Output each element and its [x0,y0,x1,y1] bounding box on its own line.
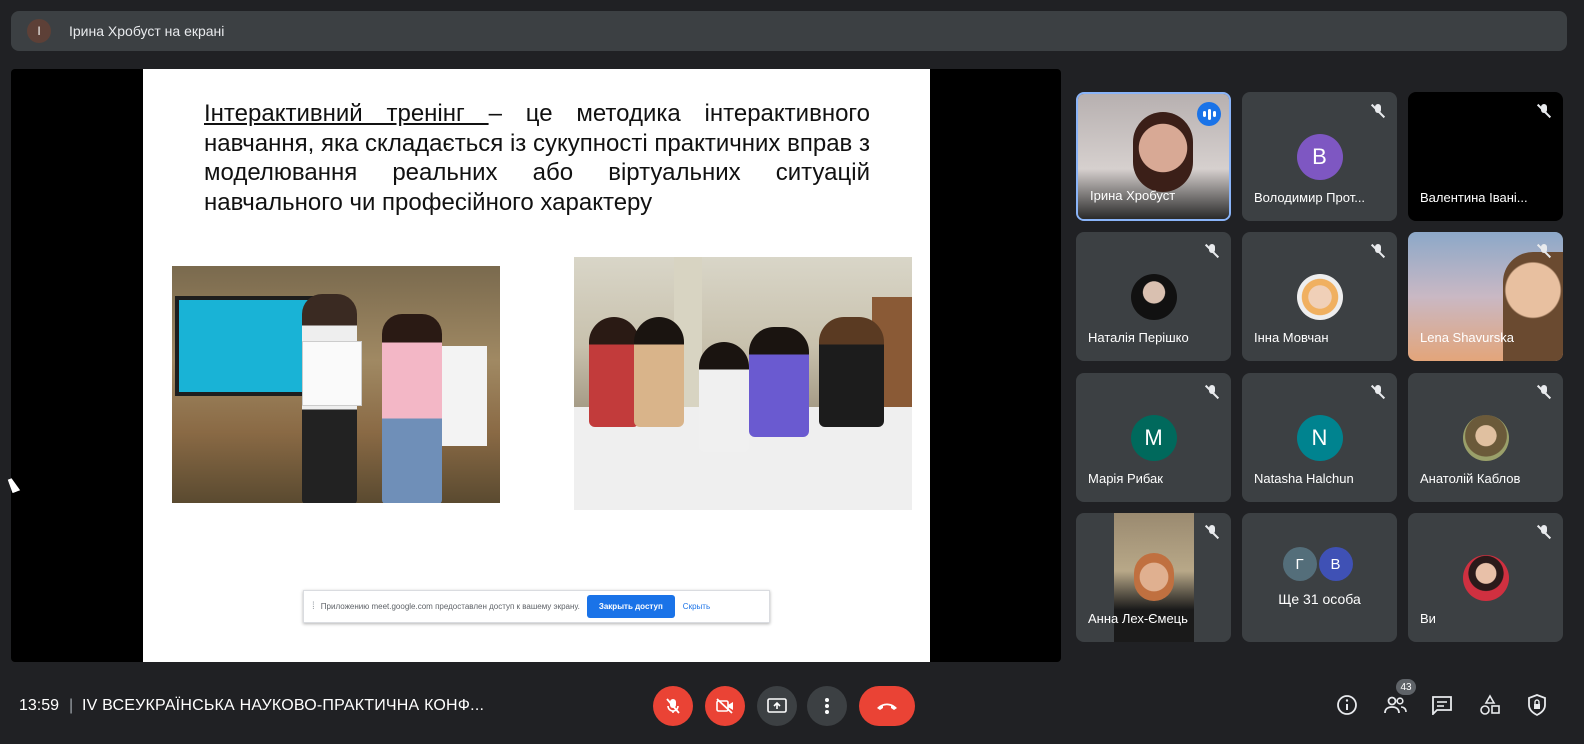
present-screen-icon [767,698,787,713]
participant-name: Анатолій Каблов [1420,471,1521,486]
camera-off-icon [716,698,733,714]
participant-tile[interactable]: N Natasha Halchun [1242,373,1397,502]
participant-tile[interactable]: Інна Мовчан [1242,232,1397,361]
participant-tile[interactable]: Наталія Перішко [1076,232,1231,361]
activities-button[interactable] [1478,693,1502,717]
mic-off-icon [1205,385,1219,399]
people-icon [1384,696,1407,714]
participant-initial: В [1296,134,1343,180]
mic-off-icon [1537,385,1551,399]
presenter-title: Ірина Хробуст на екрані [69,23,225,39]
host-controls-button[interactable] [1525,693,1549,717]
participant-initial: В [1318,547,1353,581]
end-call-icon [877,703,897,710]
camera-toggle-button[interactable] [705,686,745,726]
participant-initial: M [1130,415,1177,461]
mic-off-icon [666,698,680,714]
participant-tile[interactable]: Г В Ще 31 особа [1242,513,1397,642]
mic-off-icon [1205,244,1219,258]
participant-photo [1130,274,1177,320]
share-message: Приложению meet.google.com предоставлен … [320,602,580,611]
more-options-button[interactable] [807,686,847,726]
participant-name: Наталія Перішко [1088,330,1189,345]
host-controls-icon [1528,694,1546,716]
slide-photo-workshop [574,257,912,510]
participant-tile[interactable]: Анна Лех-Ємець [1076,513,1231,642]
meeting-title: IV ВСЕУКРАЇНСЬКА НАУКОВО-ПРАКТИЧНА КОНФ.… [82,697,485,714]
participant-initial: Г [1282,547,1317,581]
mic-off-icon [1537,525,1551,539]
participant-tile[interactable]: M Марія Рибак [1076,373,1231,502]
presentation-stage[interactable]: Інтерактивний тренінг – це методика інте… [11,69,1061,662]
participant-name: Марія Рибак [1088,471,1163,486]
people-button[interactable] [1383,693,1407,717]
mic-off-icon [1371,244,1385,258]
divider: | [69,697,74,714]
participant-name: Ірина Хробуст [1090,188,1176,203]
screen-share-notice: ⁞ Приложению meet.google.com предоставле… [303,590,770,623]
chat-button[interactable] [1430,693,1454,717]
participant-tile[interactable]: Ви [1408,513,1563,642]
control-bar: 13:59 | IV ВСЕУКРАЇНСЬКА НАУКОВО-ПРАКТИЧ… [0,676,1584,736]
slide: Інтерактивний тренінг – це методика інте… [143,69,930,662]
participant-photo [1462,415,1509,461]
hide-notice-link[interactable]: Скрыть [683,602,710,611]
participant-name: Natasha Halchun [1254,471,1354,486]
stop-sharing-button[interactable]: Закрыть доступ [586,595,675,618]
participant-photo [1462,555,1509,601]
participant-photo [1296,274,1343,320]
participant-tile[interactable]: Анатолій Каблов [1408,373,1563,502]
presenter-bar: I Ірина Хробуст на екрані [11,11,1567,51]
mic-toggle-button[interactable] [653,686,693,726]
mic-off-icon [1371,385,1385,399]
more-participants-label: Ще 31 особа [1278,591,1361,607]
mic-off-icon [1537,244,1551,258]
info-icon [1337,695,1357,715]
slide-text: Інтерактивний тренінг – це методика інте… [204,99,870,217]
activities-icon [1480,694,1500,715]
slide-term: Інтерактивний тренінг [204,100,489,127]
participant-name: Lena Shavurska [1420,330,1514,345]
participant-tile[interactable]: В Володимир Прот... [1242,92,1397,221]
participant-name: Валентина Івані... [1420,190,1528,205]
participant-name: Володимир Прот... [1254,190,1366,205]
participant-name: Анна Лех-Ємець [1088,611,1188,626]
speaking-indicator-icon [1197,102,1221,126]
more-participants-avatars: Г В [1282,547,1353,581]
presenter-avatar: I [27,19,51,43]
drag-handle-icon[interactable]: ⁞ [312,601,315,612]
chat-icon [1432,696,1452,715]
mic-off-icon [1537,104,1551,118]
participant-tile[interactable]: Валентина Івані... [1408,92,1563,221]
participant-name: Інна Мовчан [1254,330,1329,345]
meeting-time: 13:59 [19,697,60,714]
more-options-icon [825,698,829,714]
mic-off-icon [1205,525,1219,539]
leave-call-button[interactable] [859,686,915,726]
participant-tile[interactable]: Lena Shavurska [1408,232,1563,361]
slide-photo-presentation [172,266,500,503]
participant-name: Ви [1420,611,1436,626]
present-now-button[interactable] [757,686,797,726]
mic-off-icon [1371,104,1385,118]
participant-tile[interactable]: Ірина Хробуст [1076,92,1231,221]
meeting-details-button[interactable] [1335,693,1359,717]
participant-initial: N [1296,415,1343,461]
